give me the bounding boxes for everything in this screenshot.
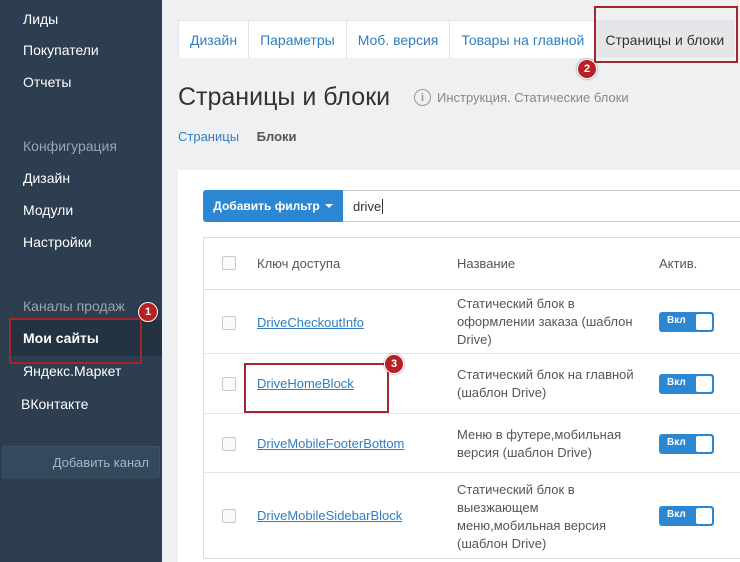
active-toggle[interactable]: Вкл [659,434,714,454]
subnav-blocks[interactable]: Блоки [257,129,297,144]
toggle-label: Вкл [667,377,686,388]
tab-mobile-version[interactable]: Моб. версия [346,21,451,58]
tab-design[interactable]: Дизайн [179,21,250,58]
row-key-link[interactable]: DriveMobileSidebarBlock [257,508,402,523]
sidebar-item-modules[interactable]: Модули [23,202,73,218]
annotation-badge-2: 2 [577,59,597,79]
row-key-link[interactable]: DriveMobileFooterBottom [257,436,404,451]
toggle-knob [696,508,712,524]
toggle-label: Вкл [667,509,686,520]
sidebar-item-settings[interactable]: Настройки [23,234,92,250]
table-row: DriveCheckoutInfo Статический блок в офо… [204,290,740,354]
caret-down-icon [324,204,333,208]
row-key-link[interactable]: DriveCheckoutInfo [257,315,364,330]
table-row: DriveMobileFooterBottom Меню в футере,мо… [204,414,740,473]
toggle-knob [696,376,712,392]
row-checkbox[interactable] [222,316,236,330]
row-checkbox[interactable] [222,509,236,523]
instruction-text: Инструкция. Статические блоки [437,90,629,105]
toggle-knob [696,436,712,452]
annotation-badge-1: 1 [138,302,158,322]
active-toggle[interactable]: Вкл [659,374,714,394]
row-name: Статический блок на главной (шаблон Driv… [457,367,634,400]
add-filter-label: Добавить фильтр [213,199,320,213]
sidebar-item-leads[interactable]: Лиды [23,11,58,27]
header-key[interactable]: Ключ доступа [257,256,340,271]
annotation-badge-3: 3 [384,354,404,374]
annotation-box-1 [9,318,142,364]
table-row: DriveMobileSidebarBlock Статический блок… [204,473,740,560]
header-active[interactable]: Актив. [659,256,697,271]
select-all-checkbox[interactable] [222,256,236,270]
annotation-box-3 [244,363,389,413]
tab-home-products[interactable]: Товары на главной [450,21,597,58]
instruction-link[interactable]: i Инструкция. Статические блоки [414,89,629,106]
sub-navigation: Страницы Блоки [178,129,297,144]
sidebar: Лиды Покупатели Отчеты Конфигурация Диза… [0,0,162,562]
info-icon: i [414,89,431,106]
row-name: Статический блок в выезжающем меню,мобил… [457,482,607,551]
toggle-label: Вкл [667,437,686,448]
row-name: Статический блок в оформлении заказа (ша… [457,296,633,347]
row-checkbox[interactable] [222,437,236,451]
toggle-knob [696,314,712,330]
text-cursor [382,198,384,214]
active-toggle[interactable]: Вкл [659,312,714,332]
toggle-label: Вкл [667,315,686,326]
add-filter-button[interactable]: Добавить фильтр [203,190,343,222]
sidebar-section-config: Конфигурация [23,138,117,154]
tab-parameters[interactable]: Параметры [249,21,347,58]
row-name: Меню в футере,мобильная версия (шаблон D… [457,427,622,460]
filter-input-value: drive [353,198,382,214]
header-name[interactable]: Название [457,256,515,271]
filter-input[interactable]: drive [343,190,740,222]
sidebar-item-customers[interactable]: Покупатели [23,42,99,58]
page-title: Страницы и блоки [178,83,391,111]
sidebar-section-channels: Каналы продаж [23,298,125,314]
sidebar-item-design[interactable]: Дизайн [23,170,70,186]
annotation-box-2 [594,6,738,63]
subnav-pages[interactable]: Страницы [178,129,239,144]
sidebar-item-reports[interactable]: Отчеты [23,74,71,90]
add-channel-button[interactable]: Добавить канал [2,446,160,478]
active-toggle[interactable]: Вкл [659,506,714,526]
row-checkbox[interactable] [222,377,236,391]
table-header: Ключ доступа Название Актив. [204,238,740,290]
sidebar-item-vkontakte[interactable]: ВКонтакте [21,396,88,412]
main-content: Дизайн Параметры Моб. версия Товары на г… [162,0,740,562]
sidebar-item-yandex-market[interactable]: Яндекс.Маркет [23,363,121,379]
